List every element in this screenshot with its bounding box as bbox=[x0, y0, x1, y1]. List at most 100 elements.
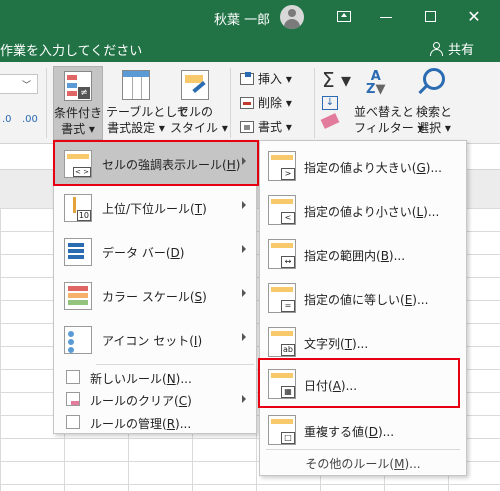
submenu-item-label: 指定の値に等しい( bbox=[304, 293, 405, 307]
find-select-label-1: 検索と bbox=[415, 105, 452, 119]
submenu-item-between[interactable]: ↔ 指定の範囲内(B)... bbox=[260, 233, 466, 277]
icon-tag: ↔ bbox=[281, 256, 295, 268]
highlight-cells-rules-submenu: > 指定の値より大きい(G)... < 指定の値より小さい(L)... ↔ 指定… bbox=[259, 140, 467, 476]
menu-item-icon-sets[interactable]: アイコン セット(I) bbox=[54, 318, 256, 362]
format-icon bbox=[240, 121, 254, 133]
chevron-down-icon: ﹀ bbox=[21, 81, 31, 91]
access-key: R bbox=[166, 417, 176, 431]
format-as-table-button[interactable]: テーブルとして 書式設定 ▾ bbox=[106, 66, 189, 140]
access-key: T bbox=[344, 337, 353, 351]
submenu-item-duplicate-values[interactable]: □ 重複する値(D)... bbox=[260, 409, 466, 453]
decrease-decimal-button[interactable]: .00 bbox=[22, 114, 38, 125]
conditional-formatting-button[interactable]: ≠ 条件付き 書式 ▾ bbox=[53, 66, 103, 140]
submenu-item-more-rules[interactable]: その他のルール(M)... bbox=[260, 453, 466, 475]
icon-tag: > bbox=[281, 168, 295, 180]
submenu-item-suffix: )... bbox=[423, 205, 440, 219]
menu-item-label: ルールの管理( bbox=[90, 417, 167, 431]
conditional-formatting-label-1: 条件付き bbox=[54, 106, 103, 120]
insert-button[interactable]: 挿入 ▾ bbox=[240, 70, 292, 88]
minimize-icon[interactable] bbox=[375, 6, 397, 28]
ribbon-separator bbox=[230, 68, 231, 138]
sort-filter-label-1: 並べ替えと bbox=[354, 105, 415, 119]
find-select-label-2: 選択 ▾ bbox=[417, 121, 451, 135]
menu-item-suffix: ) bbox=[187, 394, 192, 408]
cell-styles-icon bbox=[181, 70, 209, 100]
tell-me-bar: 作業を入力してください 共有 bbox=[0, 34, 500, 62]
eraser-icon[interactable] bbox=[320, 113, 340, 129]
ribbon-separator bbox=[46, 68, 47, 138]
tell-me-search[interactable]: 作業を入力してください bbox=[0, 40, 142, 59]
avatar[interactable] bbox=[280, 5, 304, 29]
title-bar: 秋葉 一郎 ✕ bbox=[0, 0, 500, 34]
access-key: M bbox=[394, 457, 405, 471]
increase-decimal-button[interactable]: .0 bbox=[2, 114, 12, 125]
color-scales-icon bbox=[64, 282, 92, 310]
menu-item-manage-rules[interactable]: ルールの管理(R)... bbox=[54, 411, 256, 433]
menu-item-label: アイコン セット bbox=[102, 334, 190, 348]
ribbon-home: ﹀ .0 .00 ≠ 条件付き 書式 ▾ テーブルとして 書式設定 ▾ セルの … bbox=[0, 62, 500, 144]
submenu-item-greater-than[interactable]: > 指定の値より大きい(G)... bbox=[260, 145, 466, 189]
ribbon-display-options-icon[interactable] bbox=[333, 6, 355, 28]
menu-divider bbox=[266, 449, 460, 450]
menu-divider bbox=[96, 364, 254, 365]
find-select-button[interactable]: 検索と 選択 ▾ bbox=[414, 66, 454, 140]
cell-styles-button[interactable]: セルの スタイル ▾ bbox=[170, 66, 228, 140]
submenu-item-equal-to[interactable]: = 指定の値に等しい(E)... bbox=[260, 277, 466, 321]
menu-item-color-scales[interactable]: カラー スケール(S) bbox=[54, 274, 256, 318]
menu-item-label: 新しいルール( bbox=[90, 372, 167, 386]
menu-item-label: 上位/下位ルール bbox=[102, 202, 191, 216]
menu-item-suffix: )... bbox=[175, 417, 192, 431]
cell-styles-label-2: スタイル ▾ bbox=[170, 121, 228, 135]
submenu-item-suffix: )... bbox=[404, 457, 421, 471]
submenu-arrow-icon bbox=[242, 201, 246, 209]
insert-label: 挿入 ▾ bbox=[258, 72, 292, 86]
delete-label: 削除 ▾ bbox=[258, 96, 292, 110]
icon-tag: ab bbox=[281, 344, 295, 356]
access-key: D bbox=[170, 246, 180, 260]
menu-item-label: データ バー bbox=[102, 246, 166, 260]
number-format-dropdown[interactable]: ﹀ bbox=[0, 74, 38, 94]
icon-sets-icon bbox=[64, 326, 92, 354]
submenu-item-label: 重複する値( bbox=[304, 425, 369, 439]
menu-item-top-bottom-rules[interactable]: 上位/下位ルール(T) bbox=[54, 186, 256, 230]
date-annotation-frame bbox=[258, 358, 460, 408]
person-icon bbox=[430, 42, 444, 56]
sort-filter-button[interactable]: A Z▼ 並べ替えと フィルター ▾ bbox=[354, 66, 424, 140]
submenu-item-less-than[interactable]: < 指定の値より小さい(L)... bbox=[260, 189, 466, 233]
delete-button[interactable]: 削除 ▾ bbox=[240, 94, 292, 112]
table-icon bbox=[122, 70, 150, 100]
access-key: I bbox=[193, 334, 198, 348]
sort-filter-label-2: フィルター ▾ bbox=[354, 121, 424, 135]
menu-item-suffix: )... bbox=[175, 372, 192, 386]
access-key: C bbox=[178, 394, 188, 408]
submenu-item-label: 指定の範囲内( bbox=[304, 249, 381, 263]
search-icon bbox=[423, 68, 445, 90]
maximize-icon[interactable] bbox=[420, 6, 442, 28]
format-label: 書式 ▾ bbox=[258, 120, 292, 134]
menu-item-clear-rules[interactable]: ルールのクリア(C) bbox=[54, 388, 256, 410]
new-rule-icon bbox=[66, 370, 80, 384]
submenu-item-suffix: )... bbox=[412, 293, 429, 307]
access-key: B bbox=[380, 249, 389, 263]
autosum-icon[interactable]: Σ ▾ bbox=[322, 68, 351, 92]
format-button[interactable]: 書式 ▾ bbox=[240, 118, 292, 136]
conditional-formatting-icon: ≠ bbox=[64, 71, 92, 101]
submenu-item-label: 指定の値より小さい( bbox=[304, 205, 417, 219]
submenu-item-suffix: )... bbox=[388, 249, 406, 263]
conditional-formatting-label-2: 書式 ▾ bbox=[61, 122, 95, 136]
menu-item-new-rule[interactable]: 新しいルール(N)... bbox=[54, 366, 256, 388]
insert-icon bbox=[240, 72, 254, 85]
share-label: 共有 bbox=[448, 43, 475, 58]
share-button[interactable]: 共有 bbox=[430, 39, 474, 58]
access-key: D bbox=[368, 425, 378, 439]
icon-tag: = bbox=[281, 300, 295, 312]
cell-styles-label-1: セルの bbox=[176, 105, 213, 119]
submenu-item-label: その他のルール( bbox=[305, 457, 395, 471]
close-icon[interactable]: ✕ bbox=[463, 6, 485, 28]
fill-icon[interactable]: ↓ bbox=[322, 96, 338, 110]
submenu-item-label: 指定の値より大きい( bbox=[304, 161, 417, 175]
delete-icon bbox=[240, 97, 254, 109]
submenu-item-suffix: )... bbox=[377, 425, 395, 439]
submenu-item-suffix: )... bbox=[425, 161, 442, 175]
menu-item-data-bars[interactable]: データ バー(D) bbox=[54, 230, 256, 274]
